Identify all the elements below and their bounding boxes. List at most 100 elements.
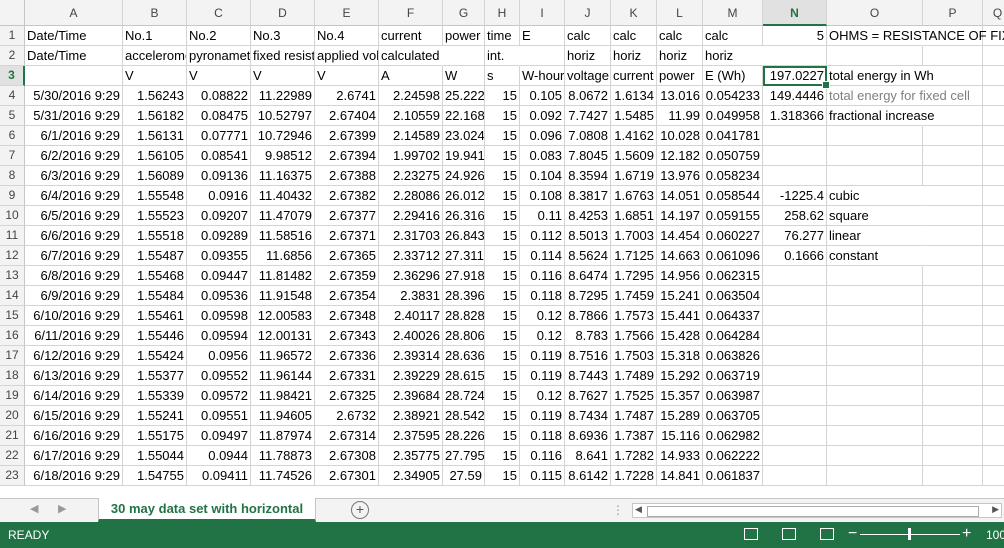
- cell-n23[interactable]: [763, 466, 827, 486]
- cell-g22[interactable]: 27.795: [443, 446, 485, 466]
- cell-o2[interactable]: [827, 46, 923, 66]
- cell-a8[interactable]: 6/3/2016 9:29: [25, 166, 123, 186]
- cell-p14[interactable]: [923, 286, 983, 306]
- cell-q16[interactable]: [983, 326, 1004, 346]
- cell-i12[interactable]: 0.114: [520, 246, 565, 266]
- cell-n21[interactable]: [763, 426, 827, 446]
- cell-b1[interactable]: No.1: [123, 26, 187, 46]
- cell-i11[interactable]: 0.112: [520, 226, 565, 246]
- cell-i5[interactable]: 0.092: [520, 106, 565, 126]
- cell-f2[interactable]: calculated: [379, 46, 443, 66]
- cell-j8[interactable]: 8.3594: [565, 166, 611, 186]
- cell-o7[interactable]: [827, 146, 923, 166]
- cell-f11[interactable]: 2.31703: [379, 226, 443, 246]
- row-header[interactable]: 4: [0, 86, 25, 106]
- row-header[interactable]: 8: [0, 166, 25, 186]
- cell-i7[interactable]: 0.083: [520, 146, 565, 166]
- cell-o1[interactable]: OHMS = RESISTANCE OF FIXED: [827, 26, 1004, 46]
- cell-j7[interactable]: 7.8045: [565, 146, 611, 166]
- cell-f14[interactable]: 2.3831: [379, 286, 443, 306]
- column-header-k[interactable]: K: [611, 0, 657, 26]
- cell-p16[interactable]: [923, 326, 983, 346]
- cell-i17[interactable]: 0.119: [520, 346, 565, 366]
- column-header-p[interactable]: P: [923, 0, 983, 26]
- cell-f1[interactable]: current: [379, 26, 443, 46]
- cell-j21[interactable]: 8.6936: [565, 426, 611, 446]
- cell-l14[interactable]: 15.241: [657, 286, 703, 306]
- cell-a22[interactable]: 6/17/2016 9:29: [25, 446, 123, 466]
- cell-o4[interactable]: total energy for fixed cell: [827, 86, 970, 106]
- row-header[interactable]: 22: [0, 446, 25, 466]
- cell-k23[interactable]: 1.7228: [611, 466, 657, 486]
- cell-i1[interactable]: E: [520, 26, 565, 46]
- cell-f13[interactable]: 2.36296: [379, 266, 443, 286]
- cell-f22[interactable]: 2.35775: [379, 446, 443, 466]
- cell-l16[interactable]: 15.428: [657, 326, 703, 346]
- row-header[interactable]: 16: [0, 326, 25, 346]
- cell-e10[interactable]: 2.67377: [315, 206, 379, 226]
- cell-m9[interactable]: 0.058544: [703, 186, 763, 206]
- cell-h12[interactable]: 15: [485, 246, 520, 266]
- cell-o16[interactable]: [827, 326, 923, 346]
- cell-m16[interactable]: 0.064284: [703, 326, 763, 346]
- cell-q12[interactable]: [983, 246, 1004, 266]
- cell-k5[interactable]: 1.5485: [611, 106, 657, 126]
- cell-n20[interactable]: [763, 406, 827, 426]
- cell-o8[interactable]: [827, 166, 923, 186]
- cell-k9[interactable]: 1.6763: [611, 186, 657, 206]
- cell-j18[interactable]: 8.7443: [565, 366, 611, 386]
- cell-o12[interactable]: constant: [827, 246, 923, 266]
- cell-p20[interactable]: [923, 406, 983, 426]
- cell-h17[interactable]: 15: [485, 346, 520, 366]
- cell-l19[interactable]: 15.357: [657, 386, 703, 406]
- cell-e22[interactable]: 2.67308: [315, 446, 379, 466]
- cell-g16[interactable]: 28.806: [443, 326, 485, 346]
- cell-h21[interactable]: 15: [485, 426, 520, 446]
- cell-n11[interactable]: 76.277: [763, 226, 827, 246]
- cell-h9[interactable]: 15: [485, 186, 520, 206]
- cell-d19[interactable]: 11.98421: [251, 386, 315, 406]
- cell-h7[interactable]: 15: [485, 146, 520, 166]
- cell-c21[interactable]: 0.09497: [187, 426, 251, 446]
- next-sheet-icon[interactable]: ▶: [58, 502, 66, 515]
- cell-h8[interactable]: 15: [485, 166, 520, 186]
- cell-b10[interactable]: 1.55523: [123, 206, 187, 226]
- spreadsheet-grid[interactable]: A B C D E F G H I J K L M N O P Q 1 Date/Time No.1 No.2 No.3 N…: [0, 0, 1004, 498]
- column-header-e[interactable]: E: [315, 0, 379, 26]
- cell-f23[interactable]: 2.34905: [379, 466, 443, 486]
- cell-l3[interactable]: power: [657, 66, 703, 86]
- cell-q8[interactable]: [983, 166, 1004, 186]
- cell-k21[interactable]: 1.7387: [611, 426, 657, 446]
- column-header-f[interactable]: F: [379, 0, 443, 26]
- cell-i20[interactable]: 0.119: [520, 406, 565, 426]
- cell-n7[interactable]: [763, 146, 827, 166]
- cell-q7[interactable]: [983, 146, 1004, 166]
- cell-j15[interactable]: 8.7866: [565, 306, 611, 326]
- row-header[interactable]: 21: [0, 426, 25, 446]
- cell-b23[interactable]: 1.54755: [123, 466, 187, 486]
- cell-f16[interactable]: 2.40026: [379, 326, 443, 346]
- cell-q13[interactable]: [983, 266, 1004, 286]
- cell-c15[interactable]: 0.09598: [187, 306, 251, 326]
- cell-g2[interactable]: [443, 46, 485, 66]
- cell-f7[interactable]: 1.99702: [379, 146, 443, 166]
- cell-n13[interactable]: [763, 266, 827, 286]
- cell-q14[interactable]: [983, 286, 1004, 306]
- cell-j11[interactable]: 8.5013: [565, 226, 611, 246]
- cell-n16[interactable]: [763, 326, 827, 346]
- zoom-out-icon[interactable]: −: [848, 525, 857, 543]
- cell-o15[interactable]: [827, 306, 923, 326]
- cell-e20[interactable]: 2.6732: [315, 406, 379, 426]
- cell-h14[interactable]: 15: [485, 286, 520, 306]
- cell-h19[interactable]: 15: [485, 386, 520, 406]
- cell-d20[interactable]: 11.94605: [251, 406, 315, 426]
- normal-view-icon[interactable]: [744, 528, 758, 540]
- cell-k1[interactable]: calc: [611, 26, 657, 46]
- cell-c12[interactable]: 0.09355: [187, 246, 251, 266]
- cell-j12[interactable]: 8.5624: [565, 246, 611, 266]
- cell-q21[interactable]: [983, 426, 1004, 446]
- cell-e15[interactable]: 2.67348: [315, 306, 379, 326]
- cell-h2[interactable]: int.: [485, 46, 520, 66]
- cell-p7[interactable]: [923, 146, 983, 166]
- cell-g20[interactable]: 28.542: [443, 406, 485, 426]
